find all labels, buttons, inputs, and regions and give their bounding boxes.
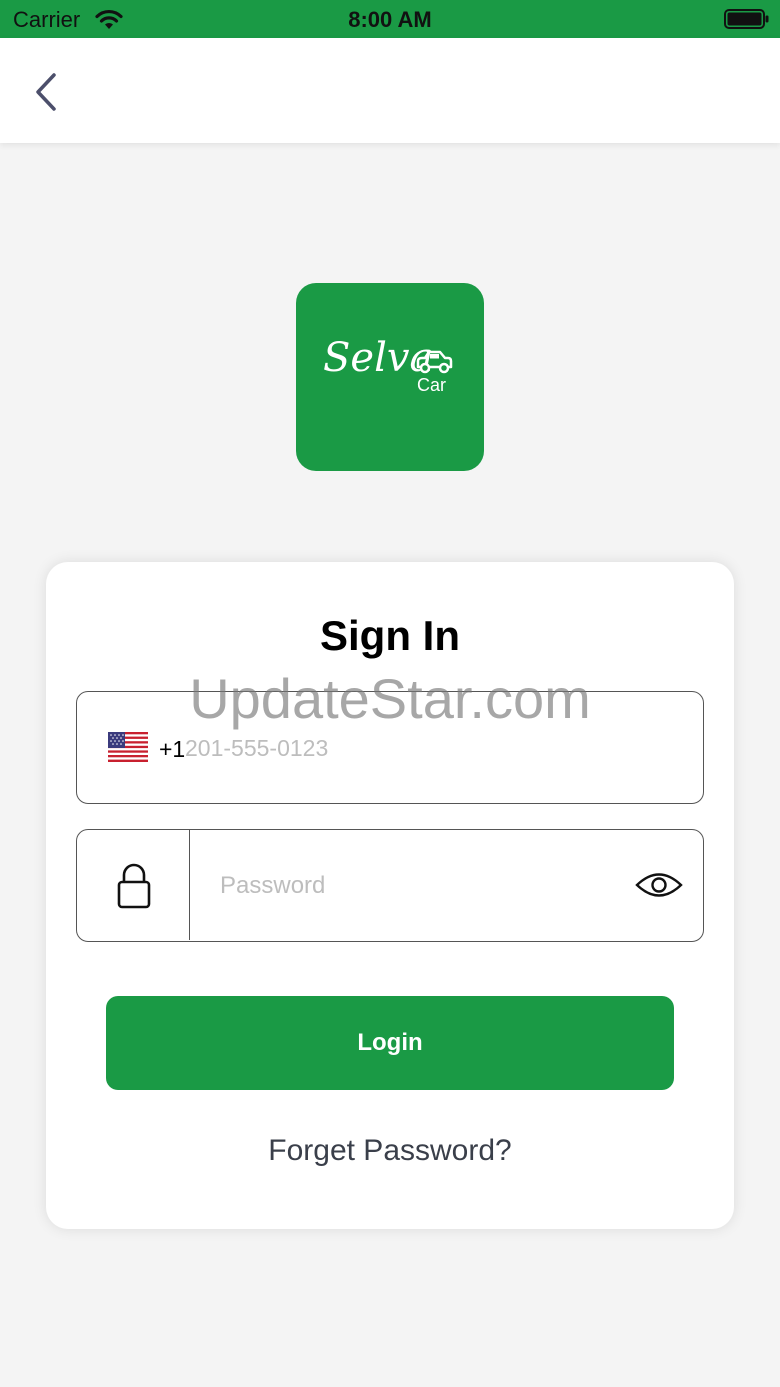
battery-icon	[724, 9, 769, 29]
sign-in-card: Sign In +1 201-555-0123 Login Forget Pas…	[46, 562, 734, 1229]
status-time: 8:00 AM	[348, 7, 432, 32]
page-title: Sign In	[320, 612, 460, 659]
login-button[interactable]: Login	[106, 996, 674, 1090]
password-input[interactable]	[220, 866, 620, 906]
phone-input[interactable]	[185, 728, 665, 768]
app-logo: Selva Car	[296, 283, 484, 471]
dial-code: +1	[159, 736, 186, 762]
us-flag-icon[interactable]	[108, 732, 148, 762]
lock-icon	[117, 863, 151, 909]
status-bar: Carrier 8:00 AM	[0, 0, 780, 38]
eye-icon[interactable]	[635, 870, 683, 900]
watermark-text: UpdateStar.com	[189, 667, 591, 730]
car-icon	[416, 350, 453, 374]
forget-password-link[interactable]: Forget Password?	[46, 1134, 734, 1168]
password-field[interactable]	[76, 829, 704, 942]
back-button[interactable]	[26, 70, 66, 114]
chevron-left-icon	[36, 73, 56, 111]
navigation-bar	[0, 38, 780, 143]
logo-sub-text: Car	[417, 375, 447, 395]
lock-cell	[77, 830, 190, 940]
